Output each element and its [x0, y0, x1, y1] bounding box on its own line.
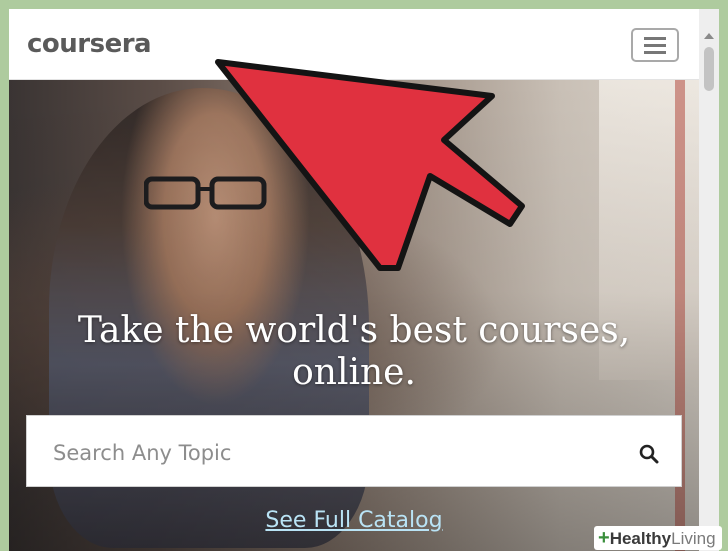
scrollbar-thumb[interactable]	[704, 47, 714, 91]
hero-headline-line1: Take the world's best courses,	[77, 310, 631, 351]
coursera-logo[interactable]: coursera	[27, 29, 152, 59]
site-header: coursera	[9, 9, 699, 80]
watermark-text-healthy: Healthy	[609, 529, 672, 548]
search-icon[interactable]	[639, 444, 659, 464]
vertical-scrollbar[interactable]	[699, 9, 719, 551]
hero-headline: Take the world's best courses, online.	[9, 310, 699, 394]
scroll-up-arrow-icon[interactable]	[704, 33, 714, 39]
hamburger-menu-icon-bar	[644, 44, 666, 47]
hamburger-menu-button[interactable]	[631, 28, 679, 62]
hero-headline-line2: online.	[292, 352, 416, 393]
hero-banner: Take the world's best courses, online. S…	[9, 80, 699, 551]
hamburger-menu-icon-bar	[644, 51, 666, 54]
search-input[interactable]	[51, 432, 615, 474]
watermark-plus-icon: +	[598, 527, 610, 549]
hamburger-menu-icon	[644, 37, 666, 40]
watermark-text-living: Living	[671, 529, 716, 548]
search-box	[26, 415, 682, 487]
browser-frame: coursera Take the world's best courses, …	[9, 9, 719, 551]
healthy-living-watermark: +HealthyLiving	[594, 526, 722, 550]
